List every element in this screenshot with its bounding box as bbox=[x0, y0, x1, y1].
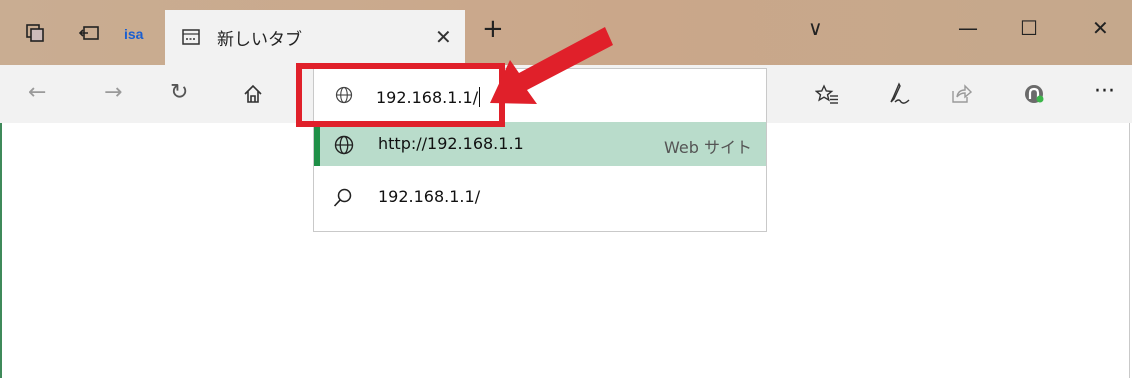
arrow-annotation bbox=[490, 27, 613, 104]
